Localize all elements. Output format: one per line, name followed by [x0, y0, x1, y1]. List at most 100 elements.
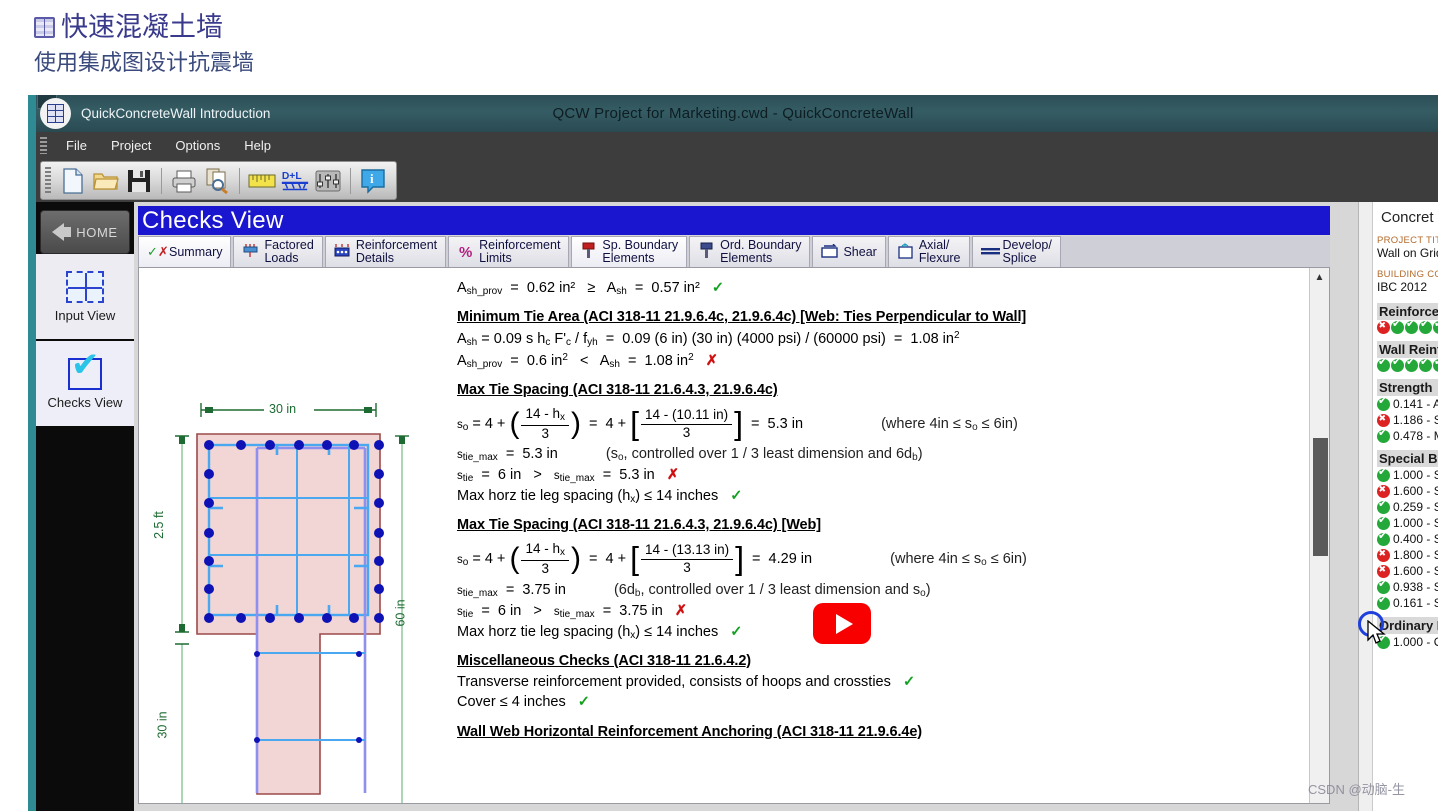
- chevron-up-icon[interactable]: ▲: [1310, 268, 1329, 286]
- save-icon[interactable]: [124, 165, 154, 196]
- play-icon: [835, 613, 853, 634]
- menu-grip-handle[interactable]: [40, 137, 47, 154]
- status-dot-row: [1377, 357, 1438, 373]
- menu-help[interactable]: Help: [233, 135, 282, 156]
- check-line: stie_max = 5.3 in (so, controlled over 1…: [457, 446, 923, 464]
- title-bar: QuickConcreteWall Introduction QCW Proje…: [28, 95, 1438, 132]
- pass-check-icon: ✓: [730, 488, 743, 505]
- tab-label-line2: Flexure: [918, 251, 961, 265]
- sidebar-item-checks-view[interactable]: Checks View: [36, 341, 134, 428]
- dead-plus-live-load-icon[interactable]: D+L: [280, 165, 310, 196]
- open-folder-icon[interactable]: [91, 165, 121, 196]
- print-icon[interactable]: [169, 165, 199, 196]
- tab-factored-loads[interactable]: Factored Loads: [233, 236, 323, 267]
- result-row[interactable]: 1.600 - SBE: [1377, 483, 1438, 499]
- pass-dot-icon: [1419, 357, 1432, 372]
- tab-reinforcement-details[interactable]: Reinforcement Details: [324, 236, 447, 267]
- result-row[interactable]: 1.000 - SBE: [1377, 467, 1438, 483]
- app-logo-icon: [40, 98, 71, 129]
- svg-text:i: i: [370, 171, 374, 186]
- result-text: 1.600 - SBE: [1393, 484, 1438, 498]
- home-button[interactable]: HOME: [40, 210, 130, 254]
- tab-develop-splice[interactable]: Develop/ Splice: [971, 236, 1061, 267]
- percent-icon: %: [458, 243, 473, 261]
- check-line: stie = 6 in > stie_max = 5.3 in ✗: [457, 467, 679, 485]
- scrollbar-thumb[interactable]: [1313, 438, 1328, 556]
- report-title: Concret: [1381, 209, 1434, 226]
- ruler-icon[interactable]: [247, 165, 277, 196]
- application-window: QuickConcreteWall Introduction QCW Proje…: [28, 95, 1438, 811]
- tab-reinforcement-limits[interactable]: % Reinforcement Limits: [448, 236, 570, 267]
- check-line: Ash_prov = 0.6 in2 < Ash = 1.08 in2 ✗: [457, 352, 718, 370]
- result-row[interactable]: 1.186 - She: [1377, 412, 1438, 428]
- result-row[interactable]: 0.259 - SBE: [1377, 499, 1438, 515]
- tab-label-line2: Splice: [1002, 251, 1037, 265]
- report-side-panel: Concret PROJECT TITLE Wall on Grid Li BU…: [1358, 202, 1438, 811]
- settings-sliders-icon[interactable]: [313, 165, 343, 196]
- check-cross-icon: ✓✗: [147, 244, 169, 259]
- toolbar-grip-handle[interactable]: [45, 167, 51, 194]
- shear-icon: [821, 243, 839, 261]
- tab-summary[interactable]: ✓✗ Summary: [138, 236, 232, 267]
- tab-special-boundary-elements[interactable]: Sp. Boundary Elements: [571, 236, 688, 267]
- factored-loads-icon: [242, 243, 259, 262]
- checkmark-box-icon: [68, 348, 102, 390]
- back-arrow-tail: [64, 227, 72, 237]
- result-text: 0.938 - SBE: [1393, 580, 1438, 594]
- main-toolbar: D+L i: [40, 161, 397, 200]
- center-panel: Checks View ✓✗ Summary Factored Loads Re…: [134, 202, 1334, 811]
- menu-file[interactable]: File: [55, 135, 98, 156]
- page-title-text: 快速混凝土墙: [61, 12, 223, 42]
- toolbar-separator-2: [239, 167, 240, 194]
- tab-axial-flexure[interactable]: Axial/ Flexure: [887, 236, 970, 267]
- check-line: Transverse reinforcement provided, consi…: [457, 674, 1303, 690]
- result-text: 1.800 - SBE: [1393, 548, 1438, 562]
- wall-cross-section: 30 in 2.5 ft 30 in 60 in: [152, 388, 449, 803]
- report-panel-scrollbar[interactable]: [1359, 202, 1373, 811]
- sidebar-item-label: Input View: [54, 307, 116, 323]
- check-line: Max horz tie leg spacing (hx) ≤ 14 inche…: [457, 623, 743, 641]
- check-line: stie = 6 in > stie_max = 3.75 in ✗: [457, 602, 688, 620]
- toolbar-separator-1: [161, 167, 162, 194]
- fail-dot-icon: [1377, 484, 1390, 498]
- page-subtitle: 使用集成图设计抗震墙: [34, 50, 255, 76]
- tab-label-line2: Elements: [602, 251, 655, 265]
- window-left-accent: [28, 95, 36, 811]
- check-line: Cover ≤ 4 inches ✓: [457, 694, 1303, 710]
- info-icon[interactable]: i: [358, 165, 388, 196]
- section-heading: Wall Web Horizontal Reinforcement Anchor…: [457, 723, 923, 740]
- result-text: 1.186 - She: [1393, 413, 1438, 427]
- result-row[interactable]: 0.400 - SBE: [1377, 531, 1438, 547]
- menu-options[interactable]: Options: [164, 135, 231, 156]
- tab-label-line2: Details: [355, 251, 395, 265]
- pass-dot-icon: [1405, 319, 1418, 334]
- result-row[interactable]: 0.938 - SBE: [1377, 579, 1438, 595]
- check-text: Cover ≤ 4 inches: [457, 693, 566, 710]
- tab-ordinary-boundary-elements[interactable]: Ord. Boundary Elements: [689, 236, 811, 267]
- result-row[interactable]: 1.000 - SBE: [1377, 515, 1438, 531]
- formula-line: so = 4 + (14 - hx 3) = 4 + [14 - (13.13 i…: [457, 541, 1027, 578]
- wall-section-icon: [66, 270, 104, 303]
- print-preview-icon[interactable]: [202, 165, 232, 196]
- check-line: Ash = 0.09 s hc F'c / fyh = 0.09 (6 in) …: [457, 330, 960, 348]
- result-text: 0.161 - SBE: [1393, 596, 1438, 610]
- result-row[interactable]: 1.600 - SBE: [1377, 563, 1438, 579]
- new-file-icon[interactable]: [58, 165, 88, 196]
- content-scrollbar[interactable]: ▲: [1309, 268, 1329, 803]
- group-heading: Special Boun: [1377, 450, 1438, 467]
- tab-label-line2: Elements: [720, 251, 773, 265]
- menu-bar: File Project Options Help: [28, 132, 1438, 159]
- fail-dot-icon: [1377, 320, 1390, 334]
- result-row[interactable]: 0.478 - Mom: [1377, 428, 1438, 444]
- window-body: HOME Input View Checks View Checks View …: [28, 202, 1438, 811]
- sidebar-item-input-view[interactable]: Input View: [36, 254, 134, 341]
- menu-project[interactable]: Project: [100, 135, 162, 156]
- pass-check-icon: ✓: [577, 693, 590, 710]
- result-text: 0.141 - Axia: [1393, 397, 1438, 411]
- tab-label-line2: Loads: [264, 251, 299, 265]
- result-row[interactable]: 0.141 - Axia: [1377, 396, 1438, 412]
- result-row[interactable]: 1.800 - SBE: [1377, 547, 1438, 563]
- tab-shear[interactable]: Shear: [812, 236, 886, 267]
- play-button[interactable]: [813, 603, 871, 644]
- result-row[interactable]: 0.161 - SBE: [1377, 595, 1438, 611]
